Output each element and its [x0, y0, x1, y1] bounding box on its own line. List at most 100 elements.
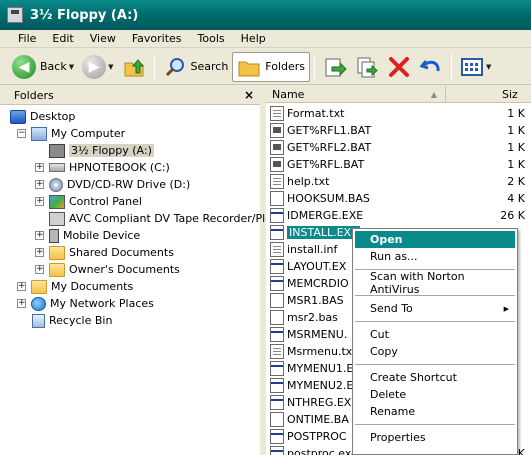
- executable-file-icon: [270, 361, 284, 376]
- network-icon: [31, 296, 46, 311]
- menu-separator: [355, 295, 515, 296]
- tree-item-label: Control Panel: [69, 195, 142, 208]
- executable-file-icon: [270, 259, 284, 274]
- dropdown-arrow-icon[interactable]: ▼: [486, 63, 491, 71]
- menu-edit[interactable]: Edit: [44, 32, 81, 45]
- dropdown-arrow-icon[interactable]: ▼: [108, 63, 113, 71]
- file-size: 1 K: [507, 107, 525, 120]
- context-scan-norton[interactable]: Scan with Norton AntiVirus: [355, 270, 515, 296]
- delete-button[interactable]: [383, 52, 415, 82]
- back-button[interactable]: ◀ Back ▼: [8, 52, 78, 82]
- menu-favorites[interactable]: Favorites: [124, 32, 190, 45]
- menu-separator: [355, 424, 515, 425]
- executable-file-icon: [270, 429, 284, 444]
- column-header-size[interactable]: Siz: [446, 88, 518, 101]
- text-file-icon: [270, 344, 284, 359]
- expand-icon[interactable]: +: [35, 180, 44, 189]
- tree-item-mobile-device[interactable]: + Mobile Device: [35, 227, 140, 244]
- file-name: GET%RFL1.BAT: [287, 124, 372, 137]
- collapse-icon[interactable]: −: [17, 129, 26, 138]
- tree-item-desktop[interactable]: Desktop: [10, 108, 75, 125]
- menu-separator: [355, 321, 515, 322]
- expand-icon[interactable]: +: [17, 299, 26, 308]
- tree-item-label: Shared Documents: [69, 246, 174, 259]
- forward-button[interactable]: ▶ ▼: [78, 52, 117, 82]
- file-row[interactable]: GET%RFL1.BAT 1 K: [266, 122, 531, 139]
- executable-file-icon: [270, 225, 284, 240]
- undo-button[interactable]: [415, 52, 447, 82]
- title-bar: 3½ Floppy (A:): [0, 0, 531, 30]
- sort-ascending-icon: ▲: [430, 89, 437, 99]
- context-send-to[interactable]: Send To ▶: [355, 300, 515, 317]
- column-header-name[interactable]: Name ▲: [266, 85, 446, 103]
- search-button[interactable]: Search: [159, 52, 233, 82]
- expand-icon[interactable]: +: [35, 265, 44, 274]
- back-arrow-icon: ◀: [12, 54, 36, 79]
- context-create-shortcut[interactable]: Create Shortcut: [355, 369, 515, 386]
- tree-item-hpnotebook[interactable]: + HPNOTEBOOK (C:): [35, 159, 170, 176]
- file-row[interactable]: GET%RFL.BAT 1 K: [266, 156, 531, 173]
- tree-item-label: Desktop: [30, 110, 76, 123]
- batch-file-icon: [270, 123, 284, 138]
- tree-item-dv-recorder[interactable]: AVC Compliant DV Tape Recorder/Player: [49, 210, 290, 227]
- views-button[interactable]: ▼: [456, 52, 495, 82]
- context-run-as[interactable]: Run as...: [355, 248, 515, 265]
- menu-bar: File Edit View Favorites Tools Help: [0, 30, 531, 48]
- copy-to-button[interactable]: [351, 52, 383, 82]
- context-send-to-label: Send To: [370, 302, 413, 315]
- file-size: 2 K: [507, 175, 525, 188]
- tree-item-recycle-bin[interactable]: Recycle Bin: [32, 312, 112, 329]
- submenu-arrow-icon: ▶: [503, 304, 509, 313]
- documents-icon: [31, 279, 47, 294]
- tree-item-control-panel[interactable]: + Control Panel: [35, 193, 142, 210]
- context-copy[interactable]: Copy: [355, 343, 515, 360]
- file-name: HOOKSUM.BAS: [287, 192, 370, 205]
- text-file-icon: [270, 174, 284, 189]
- context-cut[interactable]: Cut: [355, 326, 515, 343]
- folder-tree: Desktop − My Computer 3½ Floppy (A:) + H…: [0, 105, 290, 328]
- tree-item-dvd[interactable]: + DVD/CD-RW Drive (D:): [35, 176, 190, 193]
- file-row[interactable]: GET%RFL2.BAT 1 K: [266, 139, 531, 156]
- context-open[interactable]: Open: [355, 231, 515, 248]
- expand-icon[interactable]: +: [35, 231, 44, 240]
- expand-icon[interactable]: +: [35, 197, 44, 206]
- up-folder-button[interactable]: [118, 52, 150, 82]
- menu-help[interactable]: Help: [233, 32, 274, 45]
- move-to-button[interactable]: [319, 52, 351, 82]
- tree-item-floppy[interactable]: 3½ Floppy (A:): [49, 142, 154, 159]
- file-name: GET%RFL.BAT: [287, 158, 365, 171]
- control-panel-icon: [49, 194, 65, 209]
- tree-item-owners-documents[interactable]: + Owner's Documents: [35, 261, 180, 278]
- context-rename[interactable]: Rename: [355, 403, 515, 420]
- context-create-shortcut-label: Create Shortcut: [370, 371, 457, 384]
- tree-item-shared-documents[interactable]: + Shared Documents: [35, 244, 174, 261]
- tree-item-label: My Computer: [51, 127, 126, 140]
- tree-item-my-computer[interactable]: − My Computer: [17, 125, 125, 142]
- close-icon[interactable]: ×: [244, 88, 254, 102]
- menu-separator: [355, 364, 515, 365]
- tree-item-my-documents[interactable]: + My Documents: [17, 278, 133, 295]
- dropdown-arrow-icon[interactable]: ▼: [69, 63, 74, 71]
- executable-file-icon: [270, 276, 284, 291]
- context-properties[interactable]: Properties: [355, 429, 515, 446]
- search-icon: [165, 57, 184, 76]
- context-delete[interactable]: Delete: [355, 386, 515, 403]
- expand-icon[interactable]: +: [35, 248, 44, 257]
- tree-item-label: AVC Compliant DV Tape Recorder/Player: [69, 212, 290, 225]
- file-row[interactable]: IDMERGE.EXE 26 K: [266, 207, 531, 224]
- file-row[interactable]: Format.txt 1 K: [266, 105, 531, 122]
- expand-icon[interactable]: +: [35, 163, 44, 172]
- move-to-icon: [325, 58, 347, 76]
- folders-button[interactable]: Folders: [232, 51, 311, 82]
- menu-tools[interactable]: Tools: [190, 32, 233, 45]
- tree-item-my-network-places[interactable]: + My Network Places: [17, 295, 154, 312]
- file-name: IDMERGE.EXE: [287, 209, 364, 222]
- window-title: 3½ Floppy (A:): [30, 7, 139, 23]
- menu-file[interactable]: File: [0, 32, 44, 45]
- toolbar-separator: [153, 53, 155, 80]
- menu-view[interactable]: View: [82, 32, 124, 45]
- expand-icon[interactable]: +: [17, 282, 26, 291]
- file-row[interactable]: HOOKSUM.BAS 4 K: [266, 190, 531, 207]
- batch-file-icon: [270, 412, 284, 427]
- file-row[interactable]: help.txt 2 K: [266, 173, 531, 190]
